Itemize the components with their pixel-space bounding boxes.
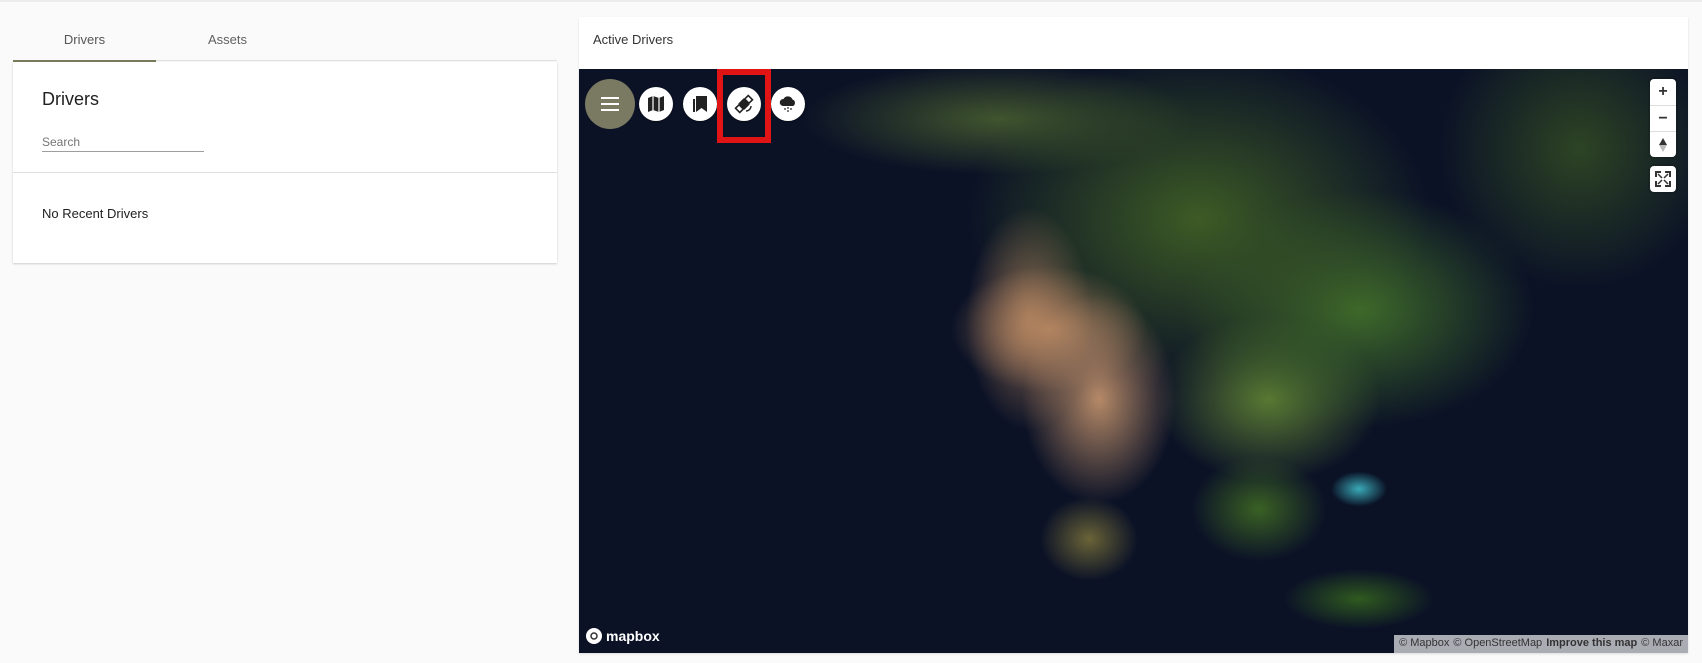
weather-button[interactable] bbox=[771, 87, 805, 121]
map-style-button[interactable] bbox=[639, 87, 673, 121]
drivers-title: Drivers bbox=[42, 89, 99, 109]
fullscreen-icon bbox=[1655, 171, 1671, 187]
map-header-title: Active Drivers bbox=[593, 32, 674, 47]
search-input[interactable] bbox=[42, 132, 204, 152]
divider bbox=[13, 172, 557, 173]
bookmarks-button[interactable] bbox=[683, 87, 717, 121]
satellite-icon bbox=[734, 94, 754, 114]
mapbox-logo[interactable]: mapbox bbox=[586, 628, 660, 644]
compass-button[interactable] bbox=[1650, 131, 1676, 157]
attribution-maxar-link[interactable]: © Maxar bbox=[1641, 637, 1683, 651]
attribution-osm-link[interactable]: © OpenStreetMap bbox=[1453, 637, 1542, 651]
empty-message: No Recent Drivers bbox=[42, 206, 149, 221]
zoom-controls: + − bbox=[1650, 79, 1676, 157]
attribution-mapbox-link[interactable]: © Mapbox bbox=[1399, 637, 1449, 651]
bookmark-icon bbox=[693, 96, 707, 112]
menu-icon bbox=[601, 97, 619, 111]
mapbox-logo-icon bbox=[586, 628, 602, 644]
map-toolbar bbox=[585, 79, 805, 129]
menu-button[interactable] bbox=[585, 79, 635, 129]
tab-drivers[interactable]: Drivers bbox=[13, 17, 156, 62]
drivers-card: Drivers No Recent Drivers bbox=[13, 62, 557, 263]
active-drivers-card: Active Drivers + − mapbox © Mapbox © Ope… bbox=[579, 17, 1688, 653]
weather-icon bbox=[779, 96, 795, 112]
compass-icon bbox=[1659, 137, 1667, 152]
zoom-out-button[interactable]: − bbox=[1650, 105, 1676, 131]
satellite-button[interactable] bbox=[727, 87, 761, 121]
map-canvas[interactable]: + − mapbox © Mapbox © OpenStreetMap Impr… bbox=[579, 69, 1688, 653]
fullscreen-button[interactable] bbox=[1650, 166, 1676, 192]
map-attribution: © Mapbox © OpenStreetMap Improve this ma… bbox=[1394, 635, 1688, 653]
tab-assets[interactable]: Assets bbox=[156, 17, 299, 61]
fullscreen-controls bbox=[1650, 166, 1676, 192]
tab-bar: Drivers Assets bbox=[13, 17, 557, 62]
mapbox-logo-text: mapbox bbox=[606, 628, 660, 644]
zoom-in-button[interactable]: + bbox=[1650, 79, 1676, 105]
improve-map-link[interactable]: Improve this map bbox=[1546, 637, 1637, 651]
map-icon bbox=[648, 96, 664, 112]
top-divider bbox=[0, 0, 1702, 2]
